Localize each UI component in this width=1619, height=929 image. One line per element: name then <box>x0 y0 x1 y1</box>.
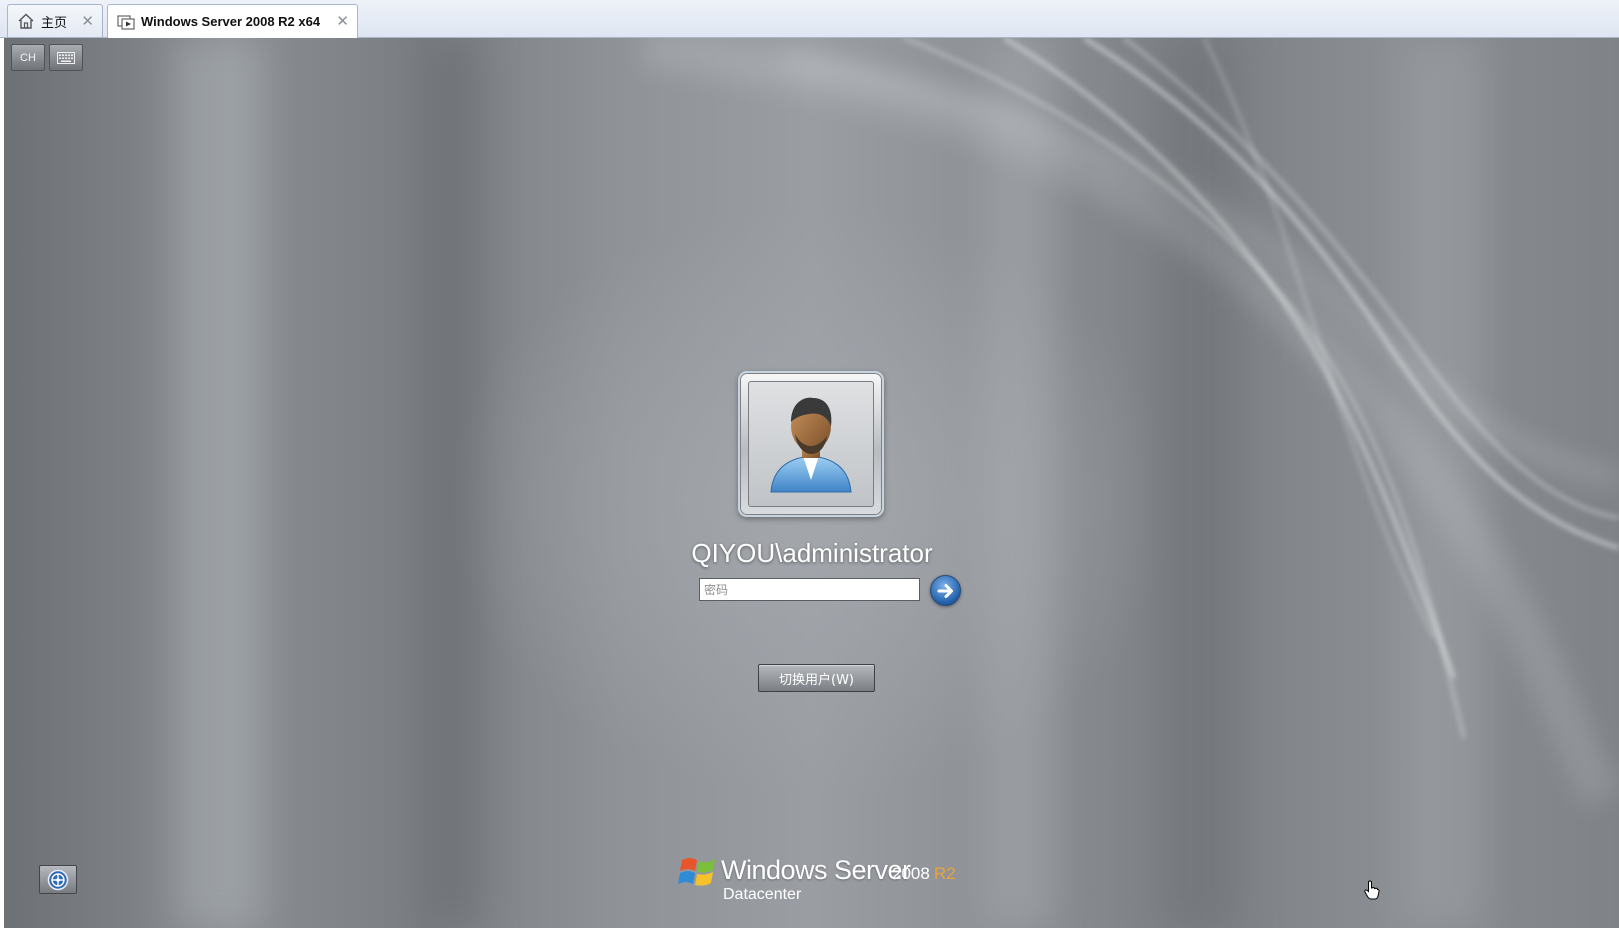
user-name: QIYOU\administrator <box>691 538 933 568</box>
tab-vm-label: Windows Server 2008 R2 x64 <box>141 14 321 29</box>
home-icon <box>16 11 36 31</box>
brand-year: 2008 <box>892 864 930 883</box>
tab-bar: 主页 ✕ Windows Server 2008 R2 x64 ✕ <box>0 0 1619 38</box>
ease-of-access-button[interactable] <box>39 865 77 894</box>
ease-of-access-icon <box>47 869 69 890</box>
close-icon[interactable]: ✕ <box>81 12 94 30</box>
tab-home[interactable]: 主页 ✕ <box>7 4 103 37</box>
switch-user-label: 切换用户(W) <box>779 672 854 688</box>
ime-label: CH <box>20 51 36 64</box>
vm-console[interactable]: CH QIYOU\administrator 切换用户(W) Windows S… <box>4 38 1619 928</box>
ime-button[interactable]: CH <box>11 44 45 71</box>
user-avatar <box>748 381 874 507</box>
brand-edition: Datacenter <box>723 886 802 903</box>
user-tile <box>738 371 884 517</box>
windows-brand-logo: Windows Server 2008 R2 Datacenter <box>678 852 968 912</box>
hand-cursor-icon <box>1364 880 1380 900</box>
tab-vm[interactable]: Windows Server 2008 R2 x64 ✕ <box>107 4 358 38</box>
keyboard-icon <box>57 51 75 64</box>
vm-icon <box>116 12 136 32</box>
windows-flag-icon <box>678 858 715 886</box>
user-icon <box>770 397 852 493</box>
submit-button[interactable] <box>930 575 961 606</box>
tab-home-label: 主页 <box>41 14 68 30</box>
arrow-right-icon <box>937 583 953 598</box>
brand-release: R2 <box>934 864 956 883</box>
close-icon[interactable]: ✕ <box>336 12 349 30</box>
switch-user-button[interactable]: 切换用户(W) <box>758 664 875 692</box>
password-field[interactable] <box>699 578 920 601</box>
brand-windows-server: Windows Server <box>721 855 911 885</box>
keyboard-button[interactable] <box>49 44 83 71</box>
